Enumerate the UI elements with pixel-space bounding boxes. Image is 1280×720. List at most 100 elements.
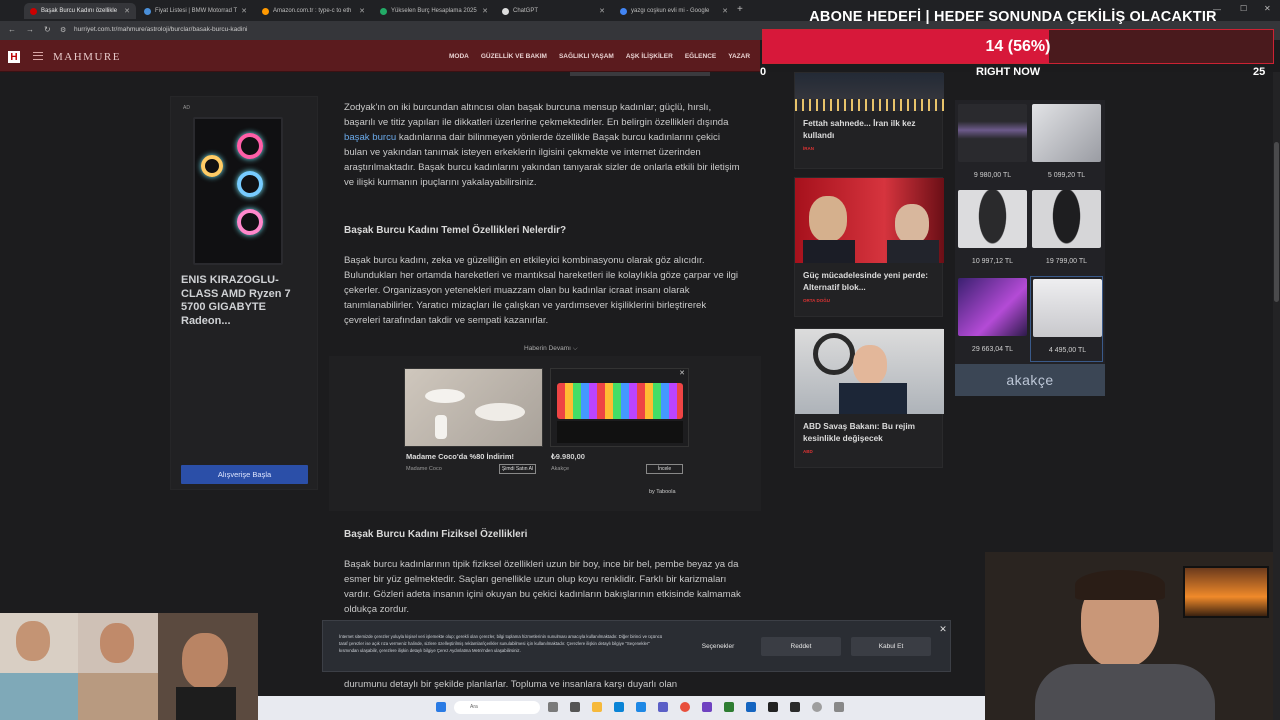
- app-icon[interactable]: [658, 702, 668, 712]
- site-brand[interactable]: MAHMURE: [53, 51, 121, 63]
- card-source: Akakçe: [551, 466, 570, 472]
- app-icon[interactable]: [790, 702, 800, 712]
- favicon-icon: [262, 7, 269, 15]
- accept-button[interactable]: Kabul Et: [851, 637, 931, 656]
- buy-now-button[interactable]: Şimdi Satın Al: [499, 464, 536, 474]
- edge-icon[interactable]: [614, 702, 624, 712]
- tab-label: Başak Burcu Kadını özellikle: [41, 8, 118, 14]
- close-icon[interactable]: ✕: [599, 7, 605, 15]
- product-price[interactable]: 19 799,00 TL: [1030, 258, 1103, 265]
- goal-progress-text: 14 (56%): [985, 38, 1051, 55]
- hurriyet-logo[interactable]: H: [8, 51, 20, 63]
- app-icon[interactable]: [724, 702, 734, 712]
- left-ad[interactable]: AD ENIS KIRAZOGLU-CLASS AMD Ryzen 7 5700…: [170, 96, 318, 490]
- taskbar-search[interactable]: Ara: [454, 701, 540, 714]
- back-icon[interactable]: ←: [8, 25, 16, 34]
- nav-item-saglikli-yasam[interactable]: SAĞLIKLI YAŞAM: [559, 53, 614, 60]
- news-title[interactable]: ABD Savaş Bakanı: Bu rejim kesinlikle de…: [795, 414, 942, 444]
- nav-item-moda[interactable]: MODA: [449, 53, 469, 60]
- read-more-link[interactable]: Haberin Devamı ⌵: [524, 341, 578, 356]
- close-icon[interactable]: ✕: [938, 624, 948, 634]
- hamburger-menu-icon[interactable]: [33, 52, 43, 60]
- nav-item-guzellik[interactable]: GÜZELLİK VE BAKIM: [481, 53, 547, 60]
- task-view-icon[interactable]: [548, 702, 558, 712]
- nav-item-ask-iliskiler[interactable]: AŞK İLİŞKİLER: [626, 53, 673, 60]
- news-card[interactable]: Fettah sahnede... İran ilk kez kullandı …: [794, 72, 944, 169]
- close-icon[interactable]: ✕: [241, 7, 247, 15]
- url-input[interactable]: hurriyet.com.tr/mahmure/astroloji/burcla…: [74, 26, 247, 33]
- product-card[interactable]: 5 099,20 TL: [1030, 102, 1103, 188]
- forward-icon[interactable]: →: [26, 25, 34, 34]
- close-icon[interactable]: ✕: [359, 7, 365, 15]
- app-icon[interactable]: [636, 702, 646, 712]
- nav-item-yazar[interactable]: YAZAR: [728, 53, 750, 60]
- browser-tab[interactable]: ChatGPT ✕: [496, 3, 611, 19]
- keyboard-image[interactable]: ✕: [550, 368, 689, 447]
- ad-title[interactable]: ENIS KIRAZOGLU-CLASS AMD Ryzen 7 5700 GI…: [181, 274, 311, 328]
- reload-icon[interactable]: ↻: [44, 25, 51, 34]
- options-button[interactable]: Seçenekler: [681, 637, 755, 656]
- app-icon[interactable]: [834, 702, 844, 712]
- taboola-credit[interactable]: by Taboola: [649, 489, 676, 495]
- news-card[interactable]: Güç mücadelesinde yeni perde: Alternatif…: [794, 177, 944, 317]
- close-icon[interactable]: ✕: [722, 7, 728, 15]
- scrollbar-thumb[interactable]: [1274, 142, 1279, 302]
- reject-button[interactable]: Reddet: [761, 637, 841, 656]
- article-paragraph: Başak burcu kadınlarının tipik fiziksel …: [344, 559, 741, 615]
- file-explorer-icon[interactable]: [592, 702, 602, 712]
- bowl-shape: [425, 389, 465, 403]
- app-icon[interactable]: [702, 702, 712, 712]
- card-title[interactable]: Madame Coco'da %80 İndirim!: [406, 452, 514, 461]
- new-tab-icon[interactable]: +: [737, 4, 743, 15]
- card-source: Madame Coco: [406, 466, 442, 472]
- browser-tab[interactable]: yazgı coşkun evli mi - Google ✕: [614, 3, 734, 19]
- shirt-shape: [176, 687, 236, 720]
- product-card[interactable]: 19 799,00 TL: [1030, 188, 1103, 274]
- browser-tab[interactable]: Amazon.com.tr : type-c to eth ✕: [256, 3, 371, 19]
- close-icon[interactable]: ✕: [124, 7, 130, 15]
- maximize-icon[interactable]: ☐: [1240, 4, 1247, 13]
- inspect-button[interactable]: İncele: [646, 464, 683, 474]
- app-icon[interactable]: [570, 702, 580, 712]
- app-icon[interactable]: [768, 702, 778, 712]
- keyboard-product-image: [958, 104, 1027, 162]
- favicon-icon: [144, 7, 151, 15]
- shop-button[interactable]: Alışverişe Başla: [181, 465, 308, 484]
- browser-tab[interactable]: Yükselen Burç Hesaplama 2025 ✕: [374, 3, 494, 19]
- favicon-icon: [502, 7, 509, 15]
- basak-burcu-link[interactable]: başak burcu: [344, 132, 396, 143]
- app-icon[interactable]: [746, 702, 756, 712]
- card-price[interactable]: ₺9.980,00: [551, 452, 585, 461]
- product-card[interactable]: 29 663,04 TL: [956, 276, 1029, 362]
- news-card[interactable]: ABD Savaş Bakanı: Bu rejim kesinlikle de…: [794, 328, 944, 468]
- news-tag[interactable]: ABD: [795, 444, 942, 454]
- news-title[interactable]: Fettah sahnede... İran ilk kez kullandı: [795, 111, 942, 141]
- slider-track: [570, 72, 710, 76]
- product-price[interactable]: 29 663,04 TL: [956, 346, 1029, 353]
- close-icon[interactable]: ✕: [679, 369, 685, 377]
- product-card[interactable]: 9 980,00 TL: [956, 102, 1029, 188]
- nav-item-eglence[interactable]: EĞLENCE: [685, 53, 716, 60]
- site-info-icon[interactable]: ⚙: [60, 26, 66, 34]
- product-price[interactable]: 10 997,12 TL: [956, 258, 1029, 265]
- product-price[interactable]: 9 980,00 TL: [956, 172, 1029, 179]
- close-window-icon[interactable]: ✕: [1264, 4, 1271, 13]
- favicon-icon: [620, 7, 627, 15]
- product-card[interactable]: 4 495,00 TL: [1030, 276, 1103, 362]
- product-price[interactable]: 5 099,20 TL: [1030, 172, 1103, 179]
- tableware-image[interactable]: [404, 368, 543, 447]
- news-title[interactable]: Güç mücadelesinde yeni perde: Alternatif…: [795, 263, 942, 293]
- vertical-scrollbar[interactable]: [1273, 72, 1280, 720]
- news-tag[interactable]: İRAN: [795, 141, 942, 151]
- news-tag[interactable]: ORTA DOĞU: [795, 293, 942, 303]
- akakce-logo[interactable]: akakçe: [955, 364, 1105, 396]
- close-icon[interactable]: ✕: [482, 7, 488, 15]
- app-icon[interactable]: [812, 702, 822, 712]
- chrome-icon[interactable]: [680, 702, 690, 712]
- browser-tab[interactable]: Başak Burcu Kadını özellikle ✕: [24, 3, 136, 19]
- browser-tab[interactable]: Fiyat Listesi | BMW Motorrad T ✕: [138, 3, 253, 19]
- windows-start-icon[interactable]: [436, 702, 446, 712]
- section-heading: Başak Burcu Kadını Temel Özellikleri Nel…: [344, 225, 567, 236]
- product-price[interactable]: 4 495,00 TL: [1031, 347, 1104, 354]
- product-card[interactable]: 10 997,12 TL: [956, 188, 1029, 274]
